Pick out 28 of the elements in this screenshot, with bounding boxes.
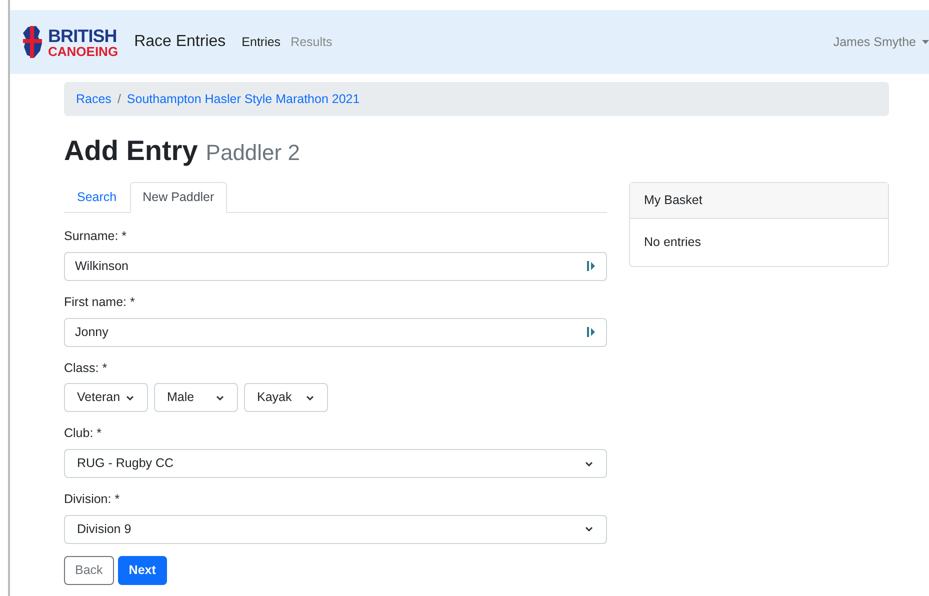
card-title: My Basket [644, 192, 702, 210]
page-title: Add Entry [64, 134, 198, 168]
nav-link[interactable]: Entries [242, 32, 281, 52]
user-menu[interactable]: James Smythe [833, 32, 929, 52]
field-label: Club: * [64, 425, 103, 442]
text-field[interactable]: Wilkinson [64, 252, 607, 281]
field-label: Division: * [64, 491, 121, 508]
breadcrumb-link[interactable]: Southampton Hasler Style Marathon 2021 [126, 90, 360, 108]
field-label: Surname: * [64, 228, 128, 245]
brand-title[interactable]: Race Entries [134, 30, 226, 54]
page-subtitle: Paddler 2 [206, 139, 300, 167]
next-button[interactable]: Next [118, 556, 167, 585]
text-field[interactable]: Jonny [64, 318, 607, 346]
select-field[interactable]: Veteran [64, 383, 148, 412]
tab[interactable]: New Paddler [130, 182, 228, 213]
select-field[interactable]: Kayak [244, 383, 328, 412]
field-label: First name: * [64, 294, 136, 311]
logo-text: BRITISH [48, 26, 118, 44]
select-field[interactable]: Male [154, 383, 238, 412]
field-label: Class: * [64, 360, 108, 376]
breadcrumb-link[interactable]: Races [76, 90, 112, 108]
tab[interactable]: Search [64, 182, 130, 213]
select-field[interactable]: Division 9 [64, 514, 607, 544]
select-field[interactable]: RUG - Rugby CC [64, 449, 607, 478]
card-text: No entries [644, 234, 701, 252]
breadcrumb-separator: / [117, 90, 121, 108]
back-button[interactable]: Back [64, 556, 114, 585]
logo-text: CANOEING [48, 44, 118, 58]
